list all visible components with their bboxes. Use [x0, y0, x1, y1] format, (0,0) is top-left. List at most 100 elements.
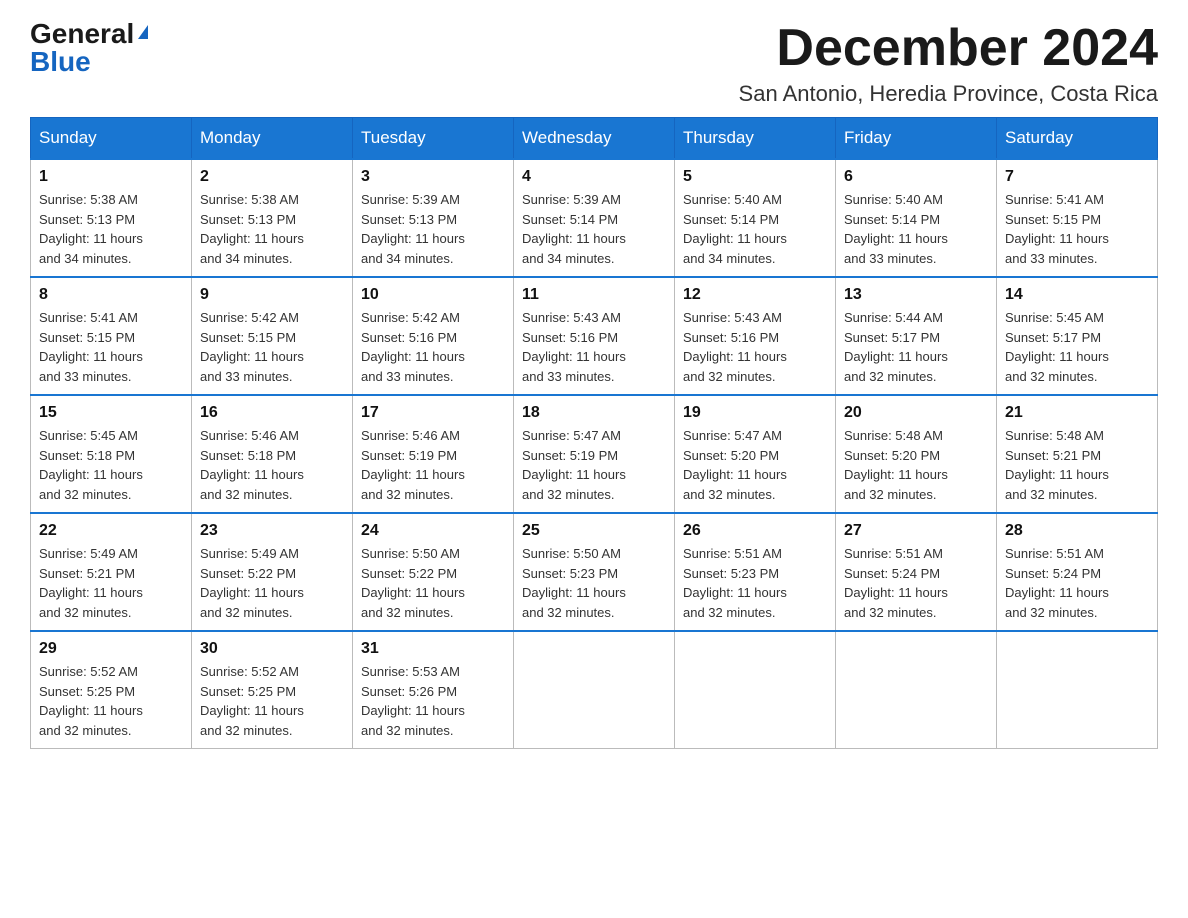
- day-number: 26: [683, 522, 827, 540]
- day-info: Sunrise: 5:40 AM Sunset: 5:14 PM Dayligh…: [844, 190, 988, 268]
- month-title: December 2024: [739, 20, 1158, 77]
- day-number: 28: [1005, 522, 1149, 540]
- day-number: 30: [200, 640, 344, 658]
- day-number: 4: [522, 168, 666, 186]
- day-number: 16: [200, 404, 344, 422]
- calendar-cell: 16 Sunrise: 5:46 AM Sunset: 5:18 PM Dayl…: [192, 395, 353, 513]
- calendar-cell: 31 Sunrise: 5:53 AM Sunset: 5:26 PM Dayl…: [353, 631, 514, 749]
- day-number: 1: [39, 168, 183, 186]
- day-info: Sunrise: 5:46 AM Sunset: 5:19 PM Dayligh…: [361, 426, 505, 504]
- header-day-saturday: Saturday: [997, 118, 1158, 160]
- calendar-table: SundayMondayTuesdayWednesdayThursdayFrid…: [30, 117, 1158, 749]
- calendar-cell: 2 Sunrise: 5:38 AM Sunset: 5:13 PM Dayli…: [192, 159, 353, 277]
- day-info: Sunrise: 5:49 AM Sunset: 5:21 PM Dayligh…: [39, 544, 183, 622]
- calendar-cell: 11 Sunrise: 5:43 AM Sunset: 5:16 PM Dayl…: [514, 277, 675, 395]
- day-info: Sunrise: 5:48 AM Sunset: 5:20 PM Dayligh…: [844, 426, 988, 504]
- day-number: 17: [361, 404, 505, 422]
- calendar-cell: 21 Sunrise: 5:48 AM Sunset: 5:21 PM Dayl…: [997, 395, 1158, 513]
- day-number: 9: [200, 286, 344, 304]
- week-row-5: 29 Sunrise: 5:52 AM Sunset: 5:25 PM Dayl…: [31, 631, 1158, 749]
- day-info: Sunrise: 5:50 AM Sunset: 5:23 PM Dayligh…: [522, 544, 666, 622]
- day-number: 24: [361, 522, 505, 540]
- day-number: 23: [200, 522, 344, 540]
- calendar-cell: 18 Sunrise: 5:47 AM Sunset: 5:19 PM Dayl…: [514, 395, 675, 513]
- calendar-cell: 19 Sunrise: 5:47 AM Sunset: 5:20 PM Dayl…: [675, 395, 836, 513]
- day-info: Sunrise: 5:51 AM Sunset: 5:24 PM Dayligh…: [1005, 544, 1149, 622]
- logo: General Blue: [30, 20, 148, 76]
- day-info: Sunrise: 5:43 AM Sunset: 5:16 PM Dayligh…: [683, 308, 827, 386]
- day-number: 21: [1005, 404, 1149, 422]
- calendar-cell: 10 Sunrise: 5:42 AM Sunset: 5:16 PM Dayl…: [353, 277, 514, 395]
- day-info: Sunrise: 5:39 AM Sunset: 5:14 PM Dayligh…: [522, 190, 666, 268]
- day-number: 29: [39, 640, 183, 658]
- day-number: 31: [361, 640, 505, 658]
- day-info: Sunrise: 5:40 AM Sunset: 5:14 PM Dayligh…: [683, 190, 827, 268]
- day-number: 14: [1005, 286, 1149, 304]
- header-day-thursday: Thursday: [675, 118, 836, 160]
- day-info: Sunrise: 5:51 AM Sunset: 5:24 PM Dayligh…: [844, 544, 988, 622]
- day-number: 22: [39, 522, 183, 540]
- day-number: 6: [844, 168, 988, 186]
- calendar-cell: 28 Sunrise: 5:51 AM Sunset: 5:24 PM Dayl…: [997, 513, 1158, 631]
- calendar-cell: 12 Sunrise: 5:43 AM Sunset: 5:16 PM Dayl…: [675, 277, 836, 395]
- calendar-cell: 14 Sunrise: 5:45 AM Sunset: 5:17 PM Dayl…: [997, 277, 1158, 395]
- day-info: Sunrise: 5:53 AM Sunset: 5:26 PM Dayligh…: [361, 662, 505, 740]
- day-number: 12: [683, 286, 827, 304]
- calendar-cell: 4 Sunrise: 5:39 AM Sunset: 5:14 PM Dayli…: [514, 159, 675, 277]
- calendar-cell: [675, 631, 836, 749]
- calendar-cell: 17 Sunrise: 5:46 AM Sunset: 5:19 PM Dayl…: [353, 395, 514, 513]
- calendar-header: SundayMondayTuesdayWednesdayThursdayFrid…: [31, 118, 1158, 160]
- calendar-cell: 5 Sunrise: 5:40 AM Sunset: 5:14 PM Dayli…: [675, 159, 836, 277]
- calendar-cell: 26 Sunrise: 5:51 AM Sunset: 5:23 PM Dayl…: [675, 513, 836, 631]
- day-number: 2: [200, 168, 344, 186]
- day-info: Sunrise: 5:43 AM Sunset: 5:16 PM Dayligh…: [522, 308, 666, 386]
- header-day-friday: Friday: [836, 118, 997, 160]
- logo-triangle-icon: [138, 25, 148, 39]
- calendar-cell: 7 Sunrise: 5:41 AM Sunset: 5:15 PM Dayli…: [997, 159, 1158, 277]
- page-header: General Blue December 2024 San Antonio, …: [30, 20, 1158, 107]
- day-number: 11: [522, 286, 666, 304]
- week-row-1: 1 Sunrise: 5:38 AM Sunset: 5:13 PM Dayli…: [31, 159, 1158, 277]
- calendar-cell: 29 Sunrise: 5:52 AM Sunset: 5:25 PM Dayl…: [31, 631, 192, 749]
- calendar-cell: 8 Sunrise: 5:41 AM Sunset: 5:15 PM Dayli…: [31, 277, 192, 395]
- calendar-cell: 1 Sunrise: 5:38 AM Sunset: 5:13 PM Dayli…: [31, 159, 192, 277]
- day-info: Sunrise: 5:52 AM Sunset: 5:25 PM Dayligh…: [39, 662, 183, 740]
- day-info: Sunrise: 5:46 AM Sunset: 5:18 PM Dayligh…: [200, 426, 344, 504]
- day-info: Sunrise: 5:47 AM Sunset: 5:19 PM Dayligh…: [522, 426, 666, 504]
- header-day-tuesday: Tuesday: [353, 118, 514, 160]
- day-info: Sunrise: 5:42 AM Sunset: 5:15 PM Dayligh…: [200, 308, 344, 386]
- day-info: Sunrise: 5:49 AM Sunset: 5:22 PM Dayligh…: [200, 544, 344, 622]
- day-info: Sunrise: 5:47 AM Sunset: 5:20 PM Dayligh…: [683, 426, 827, 504]
- week-row-4: 22 Sunrise: 5:49 AM Sunset: 5:21 PM Dayl…: [31, 513, 1158, 631]
- day-number: 7: [1005, 168, 1149, 186]
- logo-general: General: [30, 18, 134, 49]
- calendar-cell: 9 Sunrise: 5:42 AM Sunset: 5:15 PM Dayli…: [192, 277, 353, 395]
- day-number: 25: [522, 522, 666, 540]
- day-number: 15: [39, 404, 183, 422]
- calendar-cell: 22 Sunrise: 5:49 AM Sunset: 5:21 PM Dayl…: [31, 513, 192, 631]
- title-section: December 2024 San Antonio, Heredia Provi…: [739, 20, 1158, 107]
- day-info: Sunrise: 5:45 AM Sunset: 5:18 PM Dayligh…: [39, 426, 183, 504]
- location-subtitle: San Antonio, Heredia Province, Costa Ric…: [739, 81, 1158, 107]
- calendar-cell: 3 Sunrise: 5:39 AM Sunset: 5:13 PM Dayli…: [353, 159, 514, 277]
- day-info: Sunrise: 5:50 AM Sunset: 5:22 PM Dayligh…: [361, 544, 505, 622]
- calendar-cell: 25 Sunrise: 5:50 AM Sunset: 5:23 PM Dayl…: [514, 513, 675, 631]
- day-info: Sunrise: 5:38 AM Sunset: 5:13 PM Dayligh…: [39, 190, 183, 268]
- logo-text: General Blue: [30, 20, 148, 76]
- day-number: 20: [844, 404, 988, 422]
- day-number: 19: [683, 404, 827, 422]
- calendar-cell: 6 Sunrise: 5:40 AM Sunset: 5:14 PM Dayli…: [836, 159, 997, 277]
- calendar-cell: 13 Sunrise: 5:44 AM Sunset: 5:17 PM Dayl…: [836, 277, 997, 395]
- day-info: Sunrise: 5:44 AM Sunset: 5:17 PM Dayligh…: [844, 308, 988, 386]
- week-row-3: 15 Sunrise: 5:45 AM Sunset: 5:18 PM Dayl…: [31, 395, 1158, 513]
- calendar-body: 1 Sunrise: 5:38 AM Sunset: 5:13 PM Dayli…: [31, 159, 1158, 749]
- calendar-cell: [997, 631, 1158, 749]
- day-info: Sunrise: 5:52 AM Sunset: 5:25 PM Dayligh…: [200, 662, 344, 740]
- day-number: 13: [844, 286, 988, 304]
- day-number: 18: [522, 404, 666, 422]
- day-number: 10: [361, 286, 505, 304]
- calendar-cell: 30 Sunrise: 5:52 AM Sunset: 5:25 PM Dayl…: [192, 631, 353, 749]
- day-info: Sunrise: 5:45 AM Sunset: 5:17 PM Dayligh…: [1005, 308, 1149, 386]
- logo-blue: Blue: [30, 46, 91, 77]
- day-info: Sunrise: 5:39 AM Sunset: 5:13 PM Dayligh…: [361, 190, 505, 268]
